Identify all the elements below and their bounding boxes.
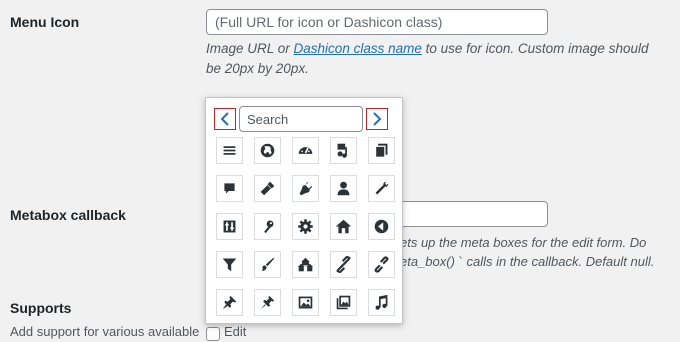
icon-option-admin-plugins[interactable] [292, 175, 319, 202]
supports-label: Supports [10, 300, 72, 316]
icon-option-admin-tools[interactable] [368, 175, 395, 202]
supports-desc: Add support for various available [10, 324, 200, 339]
icon-option-admin-network[interactable] [254, 213, 281, 240]
icon-option-filter[interactable] [216, 251, 243, 278]
icon-option-admin-users[interactable] [330, 175, 357, 202]
menu-icon [223, 146, 236, 155]
icon-option-admin-post[interactable] [216, 289, 243, 316]
icon-option-menu[interactable] [216, 137, 243, 164]
icon-option-admin-multisite[interactable] [292, 251, 319, 278]
icon-option-admin-appearance[interactable] [254, 175, 281, 202]
admin-plugins-icon [299, 181, 313, 196]
dashicon-class-name-link[interactable]: Dashicon class name [294, 41, 422, 56]
admin-appearance-icon [260, 181, 275, 196]
pin-icon [260, 295, 275, 310]
menu-icon-description: Image URL or Dashicon class name to use … [206, 39, 666, 78]
format-image-icon [298, 296, 313, 309]
icon-option-admin-home[interactable] [330, 213, 357, 240]
supports-edit-label: Edit [224, 324, 247, 339]
icon-option-format-gallery[interactable] [330, 289, 357, 316]
icon-option-admin-links[interactable] [330, 251, 357, 278]
editor-unlink-icon [374, 256, 389, 273]
menu-icon-desc-text-1: Image URL or [206, 41, 294, 56]
picker-prev-button[interactable] [214, 108, 236, 130]
admin-customizer-icon [261, 257, 275, 272]
admin-comments-icon [224, 183, 235, 194]
icon-option-format-image[interactable] [292, 289, 319, 316]
picker-next-button[interactable] [366, 108, 388, 130]
menu-icon-input[interactable] [206, 9, 548, 35]
dashboard-icon [298, 147, 313, 154]
icon-grid [216, 137, 395, 316]
admin-media-icon [337, 143, 347, 158]
icon-option-format-audio[interactable] [368, 289, 395, 316]
admin-network-icon [264, 220, 274, 234]
metabox-callback-label: Metabox callback [10, 207, 126, 223]
icon-option-admin-comments[interactable] [216, 175, 243, 202]
icon-picker-popup [205, 97, 403, 324]
icon-option-admin-collapse[interactable] [368, 213, 395, 240]
metabox-desc-line-1: ets up the meta boxes for the edit form.… [400, 235, 647, 250]
format-audio-icon [375, 294, 388, 310]
admin-links-icon [336, 256, 351, 273]
chevron-left-icon [220, 112, 229, 126]
metabox-desc-line-2: eta_box() ` calls in the callback. Defau… [400, 254, 655, 269]
admin-home-icon [335, 219, 352, 234]
admin-settings-icon [223, 220, 236, 233]
icon-option-admin-page[interactable] [368, 137, 395, 164]
admin-collapse-icon [374, 219, 389, 234]
admin-generic-icon [298, 219, 313, 234]
icon-option-pin[interactable] [254, 289, 281, 316]
filter-icon [222, 258, 237, 272]
admin-tools-icon [375, 181, 389, 195]
icon-option-admin-media[interactable] [330, 137, 357, 164]
admin-site-icon [260, 143, 275, 158]
admin-multisite-icon [297, 257, 314, 272]
icon-search-input[interactable] [239, 106, 363, 132]
format-gallery-icon [336, 295, 351, 310]
menu-icon-label: Menu Icon [10, 14, 80, 30]
icon-option-admin-settings[interactable] [216, 213, 243, 240]
icon-option-admin-generic[interactable] [292, 213, 319, 240]
admin-page-icon [374, 143, 388, 158]
admin-post-icon [222, 295, 237, 310]
icon-option-editor-unlink[interactable] [368, 251, 395, 278]
icon-option-admin-site[interactable] [254, 137, 281, 164]
icon-option-admin-customizer[interactable] [254, 251, 281, 278]
supports-edit-checkbox[interactable] [206, 327, 220, 341]
icon-option-dashboard[interactable] [292, 137, 319, 164]
chevron-right-icon [373, 112, 382, 126]
admin-users-icon [337, 181, 350, 196]
